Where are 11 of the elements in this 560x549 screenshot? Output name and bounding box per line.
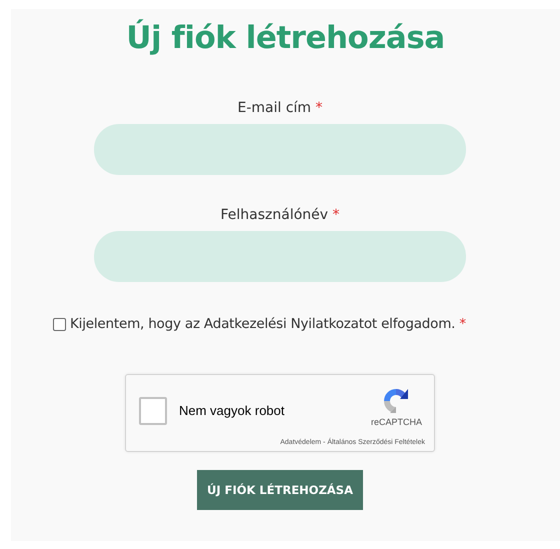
input-field[interactable] <box>94 231 466 282</box>
page-title: Új fiók létrehozása <box>126 20 445 56</box>
captcha-checkbox[interactable] <box>139 397 167 425</box>
consent-checkbox[interactable] <box>53 318 66 330</box>
consent-label: Kijelentem, hogy az Adatkezelési Nyilatkozatot elfogadom. * <box>70 316 466 332</box>
create-account-button[interactable]: ÚJ FIÓK LÉTREHOZÁSA <box>197 470 363 510</box>
input-field[interactable] <box>94 124 466 175</box>
field-label: Felhasználónév * <box>220 207 340 223</box>
captcha-label: Nem vagyok robot <box>179 403 284 418</box>
captcha-brand: reCAPTCHA <box>370 417 422 427</box>
field-label: E-mail cím * <box>237 100 323 116</box>
